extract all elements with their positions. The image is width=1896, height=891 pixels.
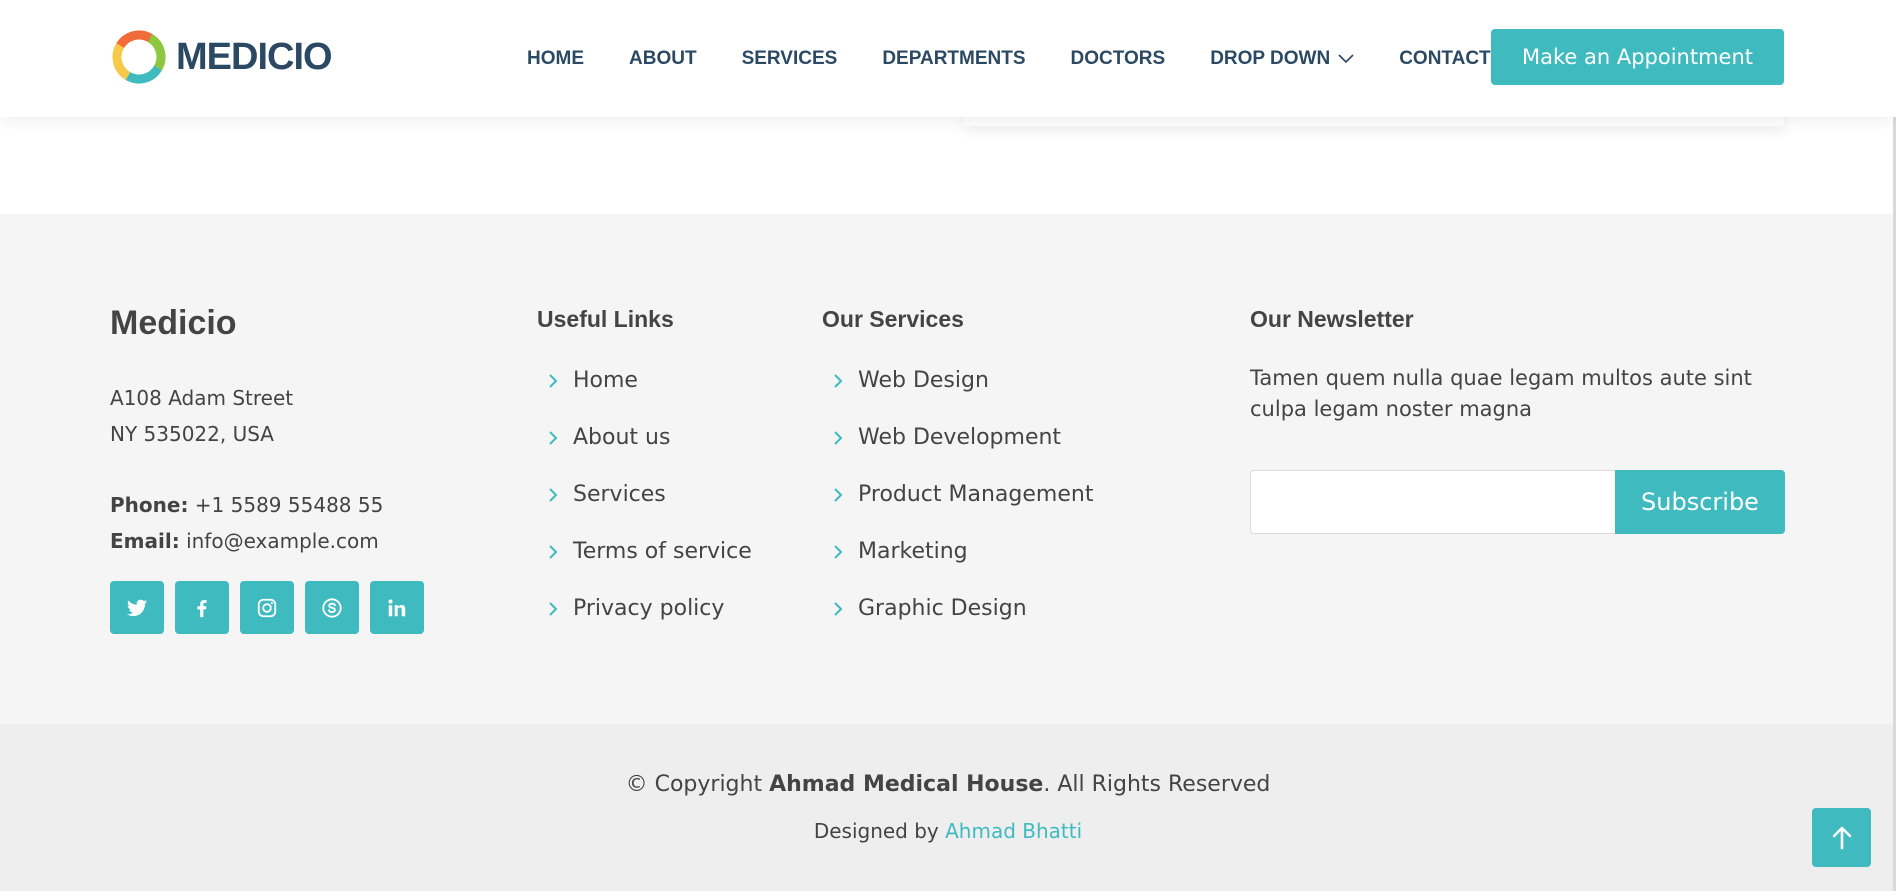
service-link-label: Marketing xyxy=(858,539,968,564)
our-services-list: Web Design Web Development Product Manag… xyxy=(822,352,1093,637)
instagram-icon xyxy=(257,598,277,617)
footer-link-terms[interactable]: Terms of service xyxy=(537,523,752,580)
service-link-label: Web Design xyxy=(858,368,989,393)
chevron-right-icon xyxy=(834,487,843,502)
chevron-right-icon xyxy=(549,487,558,502)
arrow-up-icon xyxy=(1832,826,1851,849)
nav-contact-label: CONTACT xyxy=(1399,47,1491,69)
address-line-2: NY 535022, USA xyxy=(110,422,274,446)
service-link-label: Product Management xyxy=(858,482,1094,507)
chevron-right-icon xyxy=(549,601,558,616)
footer-top: Medicio A108 Adam Street NY 535022, USA … xyxy=(0,214,1896,724)
copyright-suffix: . All Rights Reserved xyxy=(1043,772,1271,797)
nav-doctors-label: DOCTORS xyxy=(1070,47,1166,69)
email-label: Email: xyxy=(110,529,180,553)
footer-link-privacy[interactable]: Privacy policy xyxy=(537,580,752,637)
credits: Designed by Ahmad Bhatti xyxy=(0,819,1896,843)
service-link-web-design[interactable]: Web Design xyxy=(822,352,1093,409)
logo-text: MEDICIO xyxy=(176,35,333,78)
site-header: MEDICIO HOME ABOUT SERVICES DEPARTMENTS … xyxy=(0,0,1896,117)
chevron-right-icon xyxy=(834,601,843,616)
chevron-down-icon xyxy=(1338,53,1354,63)
logo[interactable]: MEDICIO xyxy=(110,28,333,86)
service-link-product-management[interactable]: Product Management xyxy=(822,466,1093,523)
chevron-right-icon xyxy=(549,373,558,388)
footer-brand: Medicio xyxy=(110,304,237,342)
nav-departments[interactable]: DEPARTMENTS xyxy=(882,48,1025,70)
skype-button[interactable] xyxy=(305,581,359,634)
subscribe-button[interactable]: Subscribe xyxy=(1615,470,1785,534)
designed-by-label: Designed by xyxy=(813,819,939,843)
email-value: info@example.com xyxy=(186,529,379,553)
twitter-button[interactable] xyxy=(110,581,164,634)
nav-about[interactable]: ABOUT xyxy=(629,48,697,70)
nav-home-label: HOME xyxy=(527,47,584,69)
instagram-button[interactable] xyxy=(240,581,294,634)
service-link-label: Web Development xyxy=(858,425,1062,450)
chevron-right-icon xyxy=(834,544,843,559)
footer-address: A108 Adam Street NY 535022, USA xyxy=(110,380,293,452)
newsletter-title: Our Newsletter xyxy=(1250,306,1414,332)
footer-bottom: © Copyright Ahmad Medical House. All Rig… xyxy=(0,724,1896,891)
copyright: © Copyright Ahmad Medical House. All Rig… xyxy=(0,772,1896,797)
back-to-top-button[interactable] xyxy=(1812,808,1871,867)
nav-dropdown[interactable]: DROP DOWN xyxy=(1210,48,1354,70)
linkedin-icon xyxy=(388,598,406,616)
nav-dropdown-label: DROP DOWN xyxy=(1210,47,1331,69)
chevron-right-icon xyxy=(834,430,843,445)
footer-link-label: Privacy policy xyxy=(573,596,725,621)
twitter-icon xyxy=(126,599,148,616)
copyright-prefix: © Copyright xyxy=(625,772,763,797)
phone-row: Phone: +1 5589 55488 55 xyxy=(110,487,383,523)
logo-ring-icon xyxy=(112,30,166,84)
service-link-marketing[interactable]: Marketing xyxy=(822,523,1093,580)
footer-link-label: Services xyxy=(573,482,666,507)
footer-link-services[interactable]: Services xyxy=(537,466,752,523)
skype-icon xyxy=(322,597,342,618)
chevron-right-icon xyxy=(549,430,558,445)
facebook-icon xyxy=(197,599,207,617)
address-line-1: A108 Adam Street xyxy=(110,386,294,410)
our-services-title: Our Services xyxy=(822,306,964,332)
nav-contact[interactable]: CONTACT xyxy=(1399,48,1490,70)
linkedin-button[interactable] xyxy=(370,581,424,634)
nav-doctors[interactable]: DOCTORS xyxy=(1071,48,1166,70)
useful-links-list: Home About us Services Terms of service … xyxy=(537,352,752,637)
nav-departments-label: DEPARTMENTS xyxy=(882,47,1026,69)
service-link-graphic-design[interactable]: Graphic Design xyxy=(822,580,1093,637)
phone-label: Phone: xyxy=(110,493,189,517)
nav-services[interactable]: SERVICES xyxy=(742,48,838,70)
footer-link-about[interactable]: About us xyxy=(537,409,752,466)
facebook-button[interactable] xyxy=(175,581,229,634)
footer-link-home[interactable]: Home xyxy=(537,352,752,409)
chevron-right-icon xyxy=(834,373,843,388)
newsletter-description: Tamen quem nulla quae legam multos aute … xyxy=(1250,366,1752,421)
main-nav: HOME ABOUT SERVICES DEPARTMENTS DOCTORS … xyxy=(527,0,1536,117)
email-row: Email: info@example.com xyxy=(110,523,383,559)
service-link-web-development[interactable]: Web Development xyxy=(822,409,1093,466)
chevron-right-icon xyxy=(549,544,558,559)
newsletter-form: Subscribe xyxy=(1250,470,1785,534)
nav-about-label: ABOUT xyxy=(629,47,697,69)
footer-contact: Phone: +1 5589 55488 55 Email: info@exam… xyxy=(110,487,383,559)
service-link-label: Graphic Design xyxy=(858,596,1027,621)
footer-link-label: Terms of service xyxy=(573,539,752,564)
nav-home[interactable]: HOME xyxy=(527,48,584,70)
nav-services-label: SERVICES xyxy=(741,47,838,69)
footer-link-label: Home xyxy=(573,368,638,393)
useful-links-title: Useful Links xyxy=(537,306,674,332)
make-appointment-button[interactable]: Make an Appointment xyxy=(1491,29,1784,85)
newsletter-email-input[interactable] xyxy=(1250,470,1615,534)
copyright-owner: Ahmad Medical House xyxy=(769,772,1044,797)
social-links xyxy=(110,581,435,634)
footer-link-label: About us xyxy=(573,425,671,450)
designer-link[interactable]: Ahmad Bhatti xyxy=(945,819,1082,843)
phone-value: +1 5589 55488 55 xyxy=(194,493,384,517)
